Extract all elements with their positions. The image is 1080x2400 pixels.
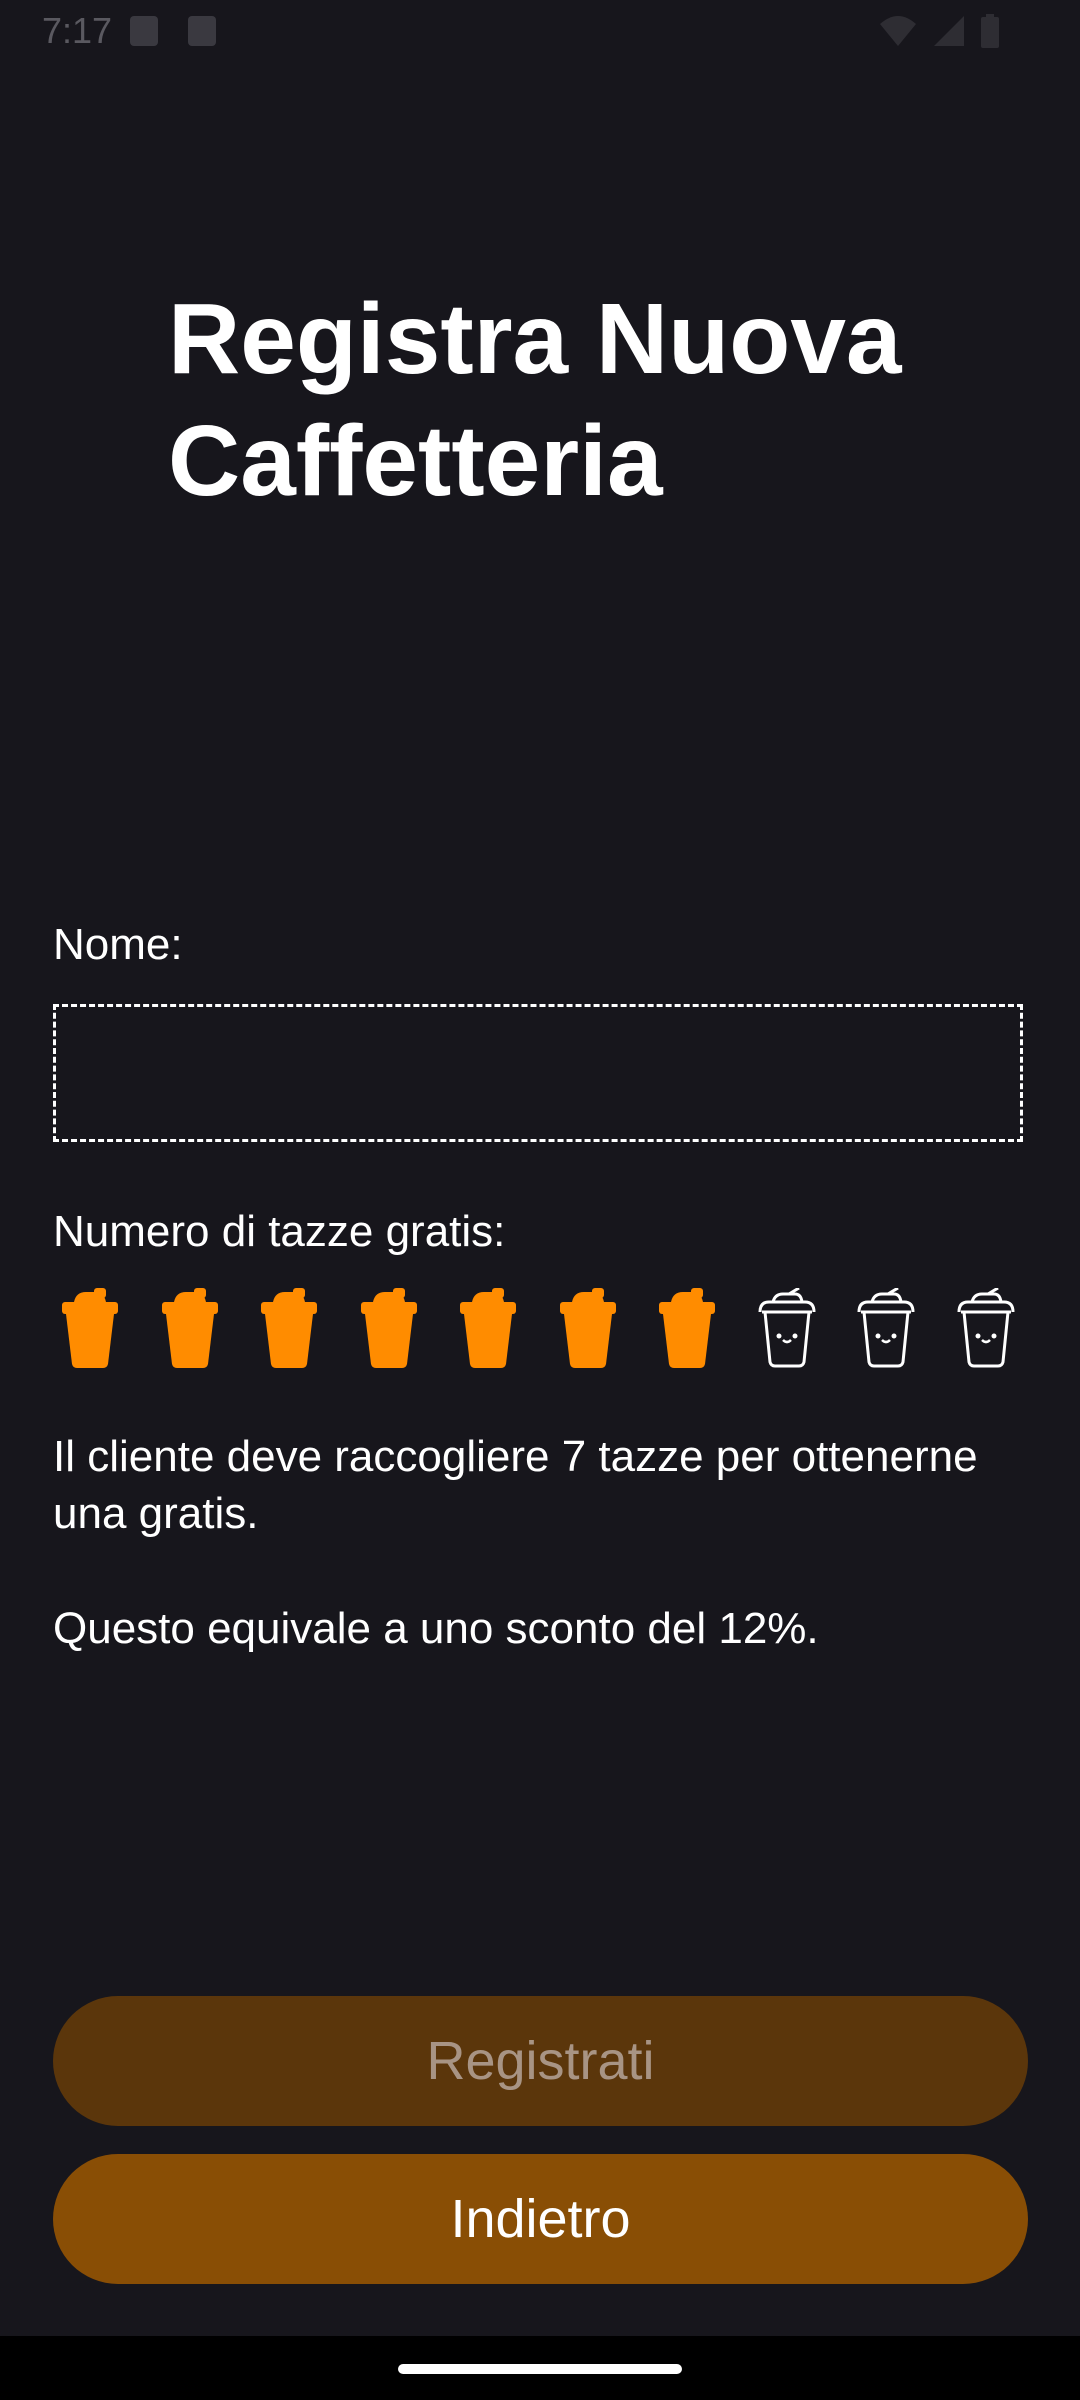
cup-filled-icon[interactable] — [58, 1288, 122, 1368]
register-cafe-screen: 7:17 Registra Nuova Caffetteria Nome: Nu… — [0, 0, 1080, 2400]
discount-description: Questo equivale a uno sconto del 12%. — [53, 1604, 819, 1653]
status-bar: 7:17 — [0, 0, 1080, 64]
back-button[interactable]: Indietro — [53, 2154, 1028, 2284]
register-button[interactable]: Registrati — [53, 1996, 1028, 2126]
cup-filled-icon[interactable] — [655, 1288, 719, 1368]
battery-icon — [981, 14, 999, 48]
cup-empty-icon[interactable] — [954, 1286, 1018, 1368]
cup-filled-icon[interactable] — [456, 1288, 520, 1368]
cup-filled-icon[interactable] — [357, 1288, 421, 1368]
cup-filled-icon[interactable] — [158, 1288, 222, 1368]
name-label: Nome: — [53, 920, 183, 969]
home-indicator[interactable] — [398, 2364, 682, 2374]
sim-card-icon — [188, 16, 216, 46]
status-time: 7:17 — [42, 10, 113, 51]
signal-icon — [934, 16, 964, 46]
cup-filled-icon[interactable] — [556, 1288, 620, 1368]
free-cups-selector — [58, 1286, 1028, 1368]
navigation-bar — [0, 2336, 1080, 2400]
cups-description: Il cliente deve raccogliere 7 tazze per … — [53, 1432, 978, 1538]
cup-empty-icon[interactable] — [755, 1286, 819, 1368]
free-cups-label: Numero di tazze gratis: — [53, 1207, 506, 1256]
status-right-icons — [878, 14, 1000, 48]
cup-empty-icon[interactable] — [854, 1286, 918, 1368]
page-title: Registra Nuova Caffetteria — [168, 283, 902, 517]
wifi-icon — [880, 16, 916, 46]
name-field[interactable] — [53, 1004, 1023, 1142]
notification-icon — [130, 16, 158, 46]
cup-filled-icon[interactable] — [257, 1288, 321, 1368]
